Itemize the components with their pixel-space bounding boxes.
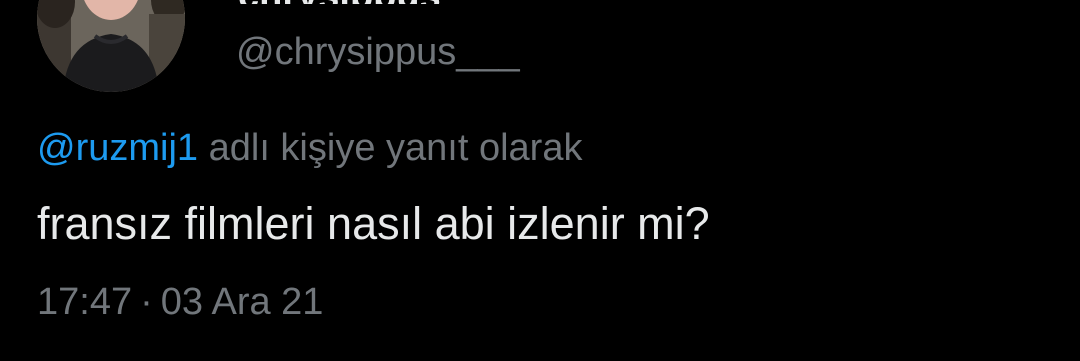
reply-context: @ruzmij1 adlı kişiye yanıt olarak <box>37 126 582 170</box>
tweet-date: 03 Ara 21 <box>160 281 324 323</box>
reply-context-text: adlı kişiye yanıt olarak <box>208 127 583 169</box>
tweet-timestamp[interactable]: 17:47 · 03 Ara 21 <box>37 280 323 324</box>
tweet-detail: chrysippus @chrysippus___ @ruzmij1 adlı … <box>0 0 1080 361</box>
meta-separator: · <box>140 281 153 323</box>
avatar[interactable] <box>37 0 185 92</box>
tweet-time: 17:47 <box>37 281 133 323</box>
reply-mention-link[interactable]: @ruzmij1 <box>37 127 198 169</box>
author-display-name[interactable]: chrysippus <box>238 0 441 4</box>
avatar-photo <box>37 0 185 92</box>
author-handle[interactable]: @chrysippus___ <box>236 30 520 74</box>
tweet-text: fransız filmleri nasıl abi izlenir mi? <box>37 198 710 249</box>
